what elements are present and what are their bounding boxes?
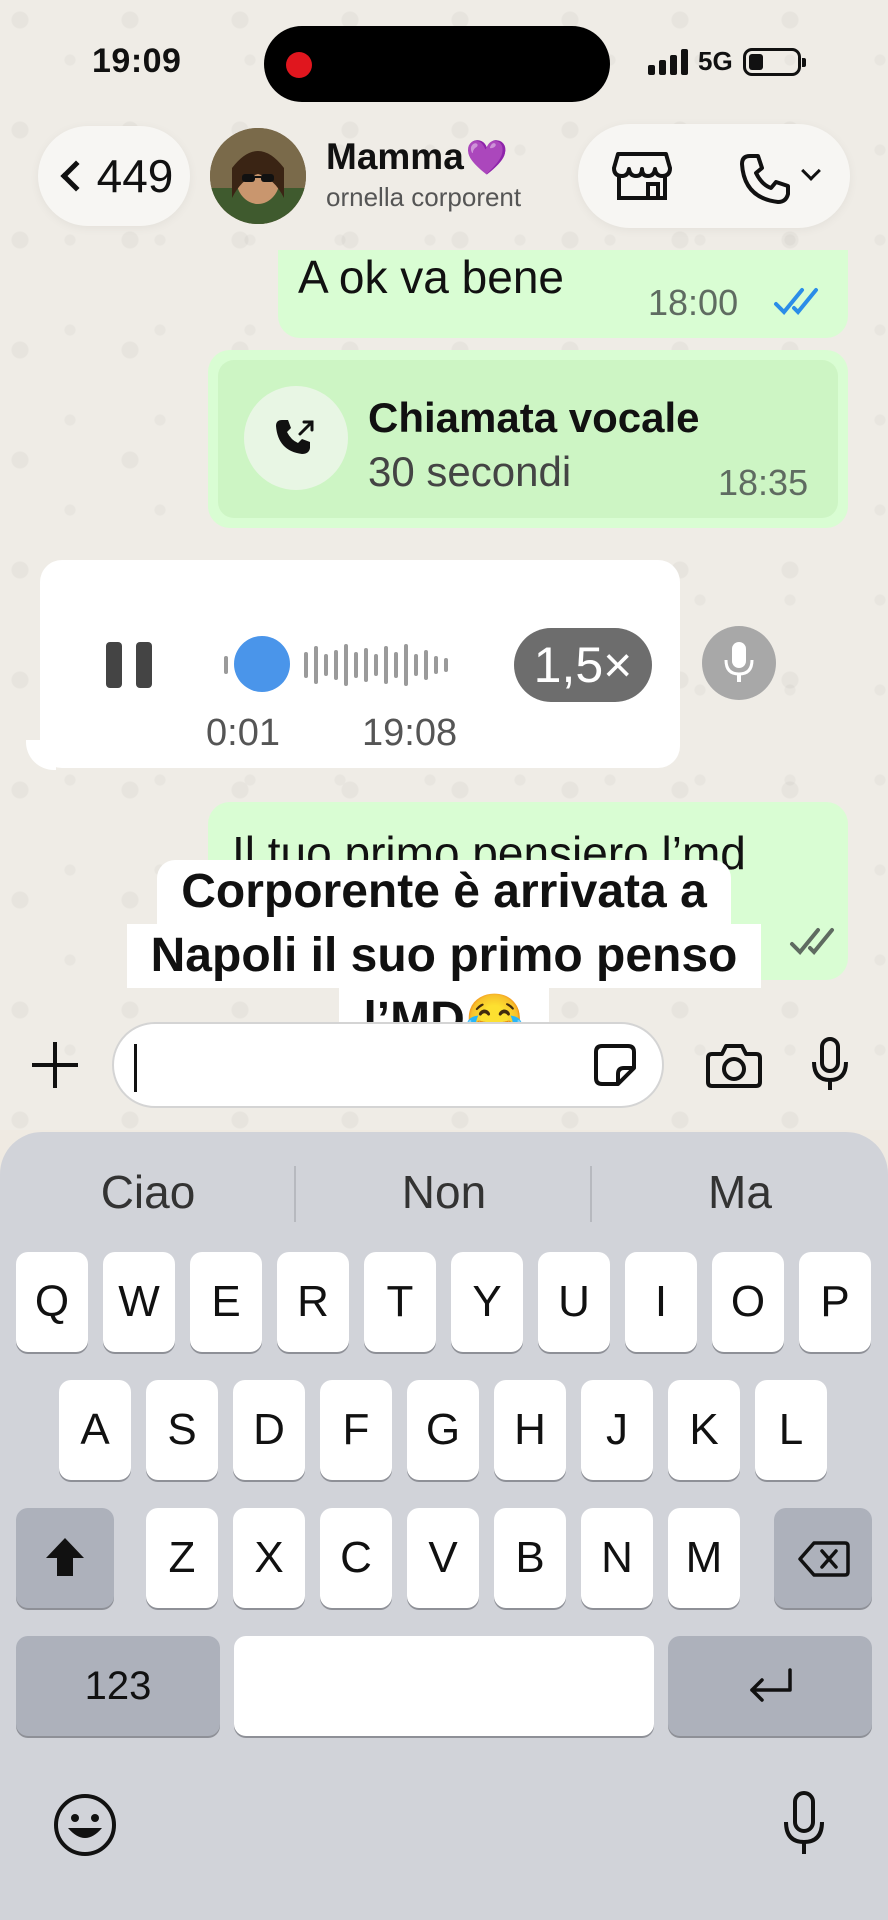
shop-icon[interactable] <box>612 150 672 202</box>
key-i[interactable]: I <box>625 1252 697 1352</box>
message-time: 18:35 <box>718 462 809 503</box>
key-m[interactable]: M <box>668 1508 740 1608</box>
suggestion-1[interactable]: Ciao <box>0 1152 296 1232</box>
playback-speed-button[interactable]: 1,5× <box>514 628 652 702</box>
emoji-icon[interactable] <box>52 1792 118 1858</box>
phone-icon[interactable] <box>738 152 792 206</box>
message-time: 18:00 <box>648 282 739 323</box>
key-o[interactable]: O <box>712 1252 784 1352</box>
voice-note-badge <box>702 626 776 700</box>
text-caret <box>134 1044 137 1092</box>
signal-icon <box>648 48 688 75</box>
chevron-left-icon <box>60 160 92 192</box>
message-composer <box>0 1000 888 1130</box>
key-l[interactable]: L <box>755 1380 827 1480</box>
suggestion-3[interactable]: Ma <box>592 1152 888 1232</box>
message-input[interactable] <box>112 1022 664 1108</box>
shift-icon <box>46 1538 84 1576</box>
plus-icon[interactable] <box>32 1042 78 1088</box>
key-u[interactable]: U <box>538 1252 610 1352</box>
key-n[interactable]: N <box>581 1508 653 1608</box>
key-w[interactable]: W <box>103 1252 175 1352</box>
outgoing-call-icon <box>276 420 314 454</box>
call-card: Chiamata vocale 30 secondi 18:35 <box>218 360 838 518</box>
return-key[interactable] <box>668 1636 872 1736</box>
dynamic-island <box>264 26 610 102</box>
contact-subtitle: ornella corporent <box>326 182 522 212</box>
status-bar: 19:09 5G <box>0 0 888 120</box>
audio-elapsed: 0:01 <box>206 712 280 754</box>
header-actions <box>578 124 850 228</box>
recording-indicator <box>286 52 312 78</box>
contact-name: Mamma <box>326 136 464 177</box>
space-key[interactable] <box>234 1636 654 1736</box>
key-x[interactable]: X <box>233 1508 305 1608</box>
call-message-bubble[interactable]: Chiamata vocale 30 secondi 18:35 <box>208 350 848 528</box>
dictation-icon[interactable] <box>780 1790 828 1860</box>
key-r[interactable]: R <box>277 1252 349 1352</box>
caption-line-1: Corporente è arrivata a <box>157 860 731 924</box>
key-c[interactable]: C <box>320 1508 392 1608</box>
key-j[interactable]: J <box>581 1380 653 1480</box>
key-v[interactable]: V <box>407 1508 479 1608</box>
key-g[interactable]: G <box>407 1380 479 1480</box>
call-duration: 30 secondi <box>368 448 572 495</box>
key-h[interactable]: H <box>494 1380 566 1480</box>
call-title: Chiamata vocale <box>368 394 700 441</box>
chevron-down-icon[interactable] <box>801 161 821 181</box>
message-bubble-outgoing[interactable]: A ok va bene 18:00 <box>278 250 848 338</box>
key-e[interactable]: E <box>190 1252 262 1352</box>
message-text: A ok va bene <box>298 251 564 303</box>
sticker-icon[interactable] <box>592 1042 638 1088</box>
back-button[interactable]: 449 <box>38 126 190 226</box>
key-q[interactable]: Q <box>16 1252 88 1352</box>
key-s[interactable]: S <box>146 1380 218 1480</box>
key-k[interactable]: K <box>668 1380 740 1480</box>
key-z[interactable]: Z <box>146 1508 218 1608</box>
key-b[interactable]: B <box>494 1508 566 1608</box>
contact-name-block[interactable]: Mamma💜 <box>326 136 508 178</box>
return-icon <box>750 1668 792 1702</box>
key-p[interactable]: P <box>799 1252 871 1352</box>
unread-count: 449 <box>96 150 174 202</box>
avatar[interactable] <box>210 128 306 224</box>
microphone-icon[interactable] <box>808 1036 852 1094</box>
key-a[interactable]: A <box>59 1380 131 1480</box>
backspace-icon <box>798 1541 850 1577</box>
status-time: 19:09 <box>92 42 182 80</box>
call-icon-circle <box>244 386 348 490</box>
caption-line-2: Napoli il suo primo penso <box>126 924 762 988</box>
playback-scrubber[interactable] <box>234 636 290 692</box>
key-y[interactable]: Y <box>451 1252 523 1352</box>
suggestion-2[interactable]: Non <box>296 1152 592 1232</box>
contact-emoji: 💜 <box>465 139 509 177</box>
network-type: 5G <box>698 46 733 76</box>
key-t[interactable]: T <box>364 1252 436 1352</box>
microphone-icon <box>724 642 754 682</box>
message-time: 19:08 <box>362 712 458 754</box>
camera-icon[interactable] <box>706 1042 762 1088</box>
battery-icon <box>742 47 806 76</box>
numbers-key[interactable]: 123 <box>16 1636 220 1736</box>
read-ticks-icon <box>774 288 818 315</box>
shift-key[interactable] <box>16 1508 114 1608</box>
delete-key[interactable] <box>774 1508 872 1608</box>
key-d[interactable]: D <box>233 1380 305 1480</box>
suggestion-bar: Ciao Non Ma <box>0 1152 888 1232</box>
key-f[interactable]: F <box>320 1380 392 1480</box>
